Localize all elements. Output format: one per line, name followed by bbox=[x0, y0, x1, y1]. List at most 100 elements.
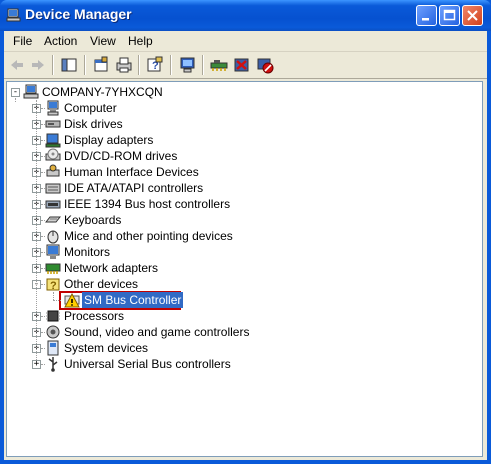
tree-connector-line bbox=[41, 124, 45, 125]
tree-category-system-devices[interactable]: + System devices bbox=[7, 340, 477, 356]
tree-category-sound-video-and-game-controllers[interactable]: + Sound, video and game controllers bbox=[7, 324, 477, 340]
ide-controller-icon bbox=[45, 183, 61, 194]
tree-connector-line bbox=[41, 140, 45, 141]
unknown-device-icon: ? bbox=[46, 278, 60, 292]
tree-connector-line bbox=[41, 268, 45, 269]
network-adapter-icon bbox=[45, 263, 61, 274]
toolbar: ? bbox=[4, 52, 487, 79]
tree-connector-line bbox=[53, 292, 54, 300]
tree-category-ieee-1394-bus-host-controllers[interactable]: + IEEE 1394 Bus host controllers bbox=[7, 196, 477, 212]
tree-connector-line bbox=[41, 348, 45, 349]
tree-item-label: Computer bbox=[64, 101, 117, 115]
tree-item-label: COMPANY-7YHXCQN bbox=[42, 85, 163, 99]
device-manager-icon bbox=[6, 8, 21, 22]
expand-toggle[interactable]: + bbox=[32, 360, 41, 369]
usb-icon bbox=[48, 357, 58, 372]
tree-category-keyboards[interactable]: + Keyboards bbox=[7, 212, 477, 228]
svg-text:?: ? bbox=[50, 280, 57, 292]
tree-category-disk-drives[interactable]: + Disk drives bbox=[7, 116, 477, 132]
toolbar-separator bbox=[202, 55, 204, 75]
device-tree[interactable]: - COMPANY-7YHXCQN + Computer + Disk drives + Di… bbox=[6, 81, 483, 457]
tree-root[interactable]: - COMPANY-7YHXCQN bbox=[7, 84, 477, 100]
tree-category-mice-and-other-pointing-devices[interactable]: + Mice and other pointing devices bbox=[7, 228, 477, 244]
tree-item-label: Mice and other pointing devices bbox=[64, 229, 233, 243]
tree-device-sm-bus-controller[interactable]: SM Bus Controller bbox=[7, 292, 477, 308]
ieee1394-icon bbox=[45, 200, 61, 209]
print-icon[interactable] bbox=[115, 56, 133, 74]
tree-connector-line bbox=[41, 204, 45, 205]
menu-file[interactable]: File bbox=[13, 34, 32, 48]
window-title: Device Manager bbox=[25, 6, 132, 22]
tree-category-display-adapters[interactable]: + Display adapters bbox=[7, 132, 477, 148]
forward-arrow-icon[interactable] bbox=[29, 56, 47, 74]
scan-hardware-icon[interactable] bbox=[179, 56, 197, 74]
properties-icon[interactable] bbox=[92, 56, 110, 74]
maximize-icon bbox=[443, 9, 456, 21]
close-button[interactable] bbox=[462, 5, 483, 26]
back-arrow-icon[interactable] bbox=[8, 56, 26, 74]
toolbar-separator bbox=[170, 55, 172, 75]
collapse-toggle[interactable]: - bbox=[11, 88, 20, 97]
tree-connector-line bbox=[41, 332, 45, 333]
tree-connector-line bbox=[41, 284, 45, 285]
update-driver-icon[interactable] bbox=[210, 56, 228, 74]
tree-connector-line bbox=[41, 236, 45, 237]
tree-category-dvd-cd-rom-drives[interactable]: + DVD/CD-ROM drives bbox=[7, 148, 477, 164]
tree-connector-line bbox=[41, 252, 45, 253]
window-client: File Action View Help ? - COMPANY-7YHXCQN… bbox=[4, 31, 487, 460]
tree-category-network-adapters[interactable]: + Network adapters bbox=[7, 260, 477, 276]
title-bar[interactable]: Device Manager bbox=[0, 0, 491, 31]
hid-icon bbox=[46, 164, 60, 177]
maximize-button[interactable] bbox=[439, 5, 460, 26]
tree-connector-line bbox=[41, 156, 45, 157]
uninstall-icon[interactable] bbox=[233, 56, 251, 74]
tree-item-label: System devices bbox=[64, 341, 149, 355]
tree-category-ide-ata-atapi-controllers[interactable]: + IDE ATA/ATAPI controllers bbox=[7, 180, 477, 196]
warning-device-icon bbox=[64, 292, 80, 308]
tree-item-label: Monitors bbox=[64, 245, 111, 259]
cdrom-icon bbox=[45, 148, 61, 161]
tree-item-label: Network adapters bbox=[64, 261, 159, 275]
tree-item-label: Other devices bbox=[64, 277, 139, 291]
tree-item-label: Human Interface Devices bbox=[64, 165, 199, 179]
disable-device-icon[interactable] bbox=[256, 56, 274, 74]
keyboard-icon bbox=[45, 216, 61, 223]
monitor-icon bbox=[46, 244, 60, 259]
help-icon[interactable]: ? bbox=[146, 56, 164, 74]
tree-connector-line bbox=[41, 108, 45, 109]
menu-bar: File Action View Help bbox=[4, 31, 487, 52]
tree-category-universal-serial-bus-controllers[interactable]: + Universal Serial Bus controllers bbox=[7, 356, 477, 372]
tree-connector-line bbox=[53, 300, 61, 301]
processor-icon bbox=[46, 310, 60, 322]
menu-help[interactable]: Help bbox=[128, 34, 153, 48]
root-computer-icon bbox=[23, 84, 39, 99]
tree-connector-line bbox=[41, 316, 45, 317]
tree-category-other-devices[interactable]: -? Other devices bbox=[7, 276, 477, 292]
tree-item-label: IEEE 1394 Bus host controllers bbox=[64, 197, 231, 211]
tree-item-label: Display adapters bbox=[64, 133, 154, 147]
tree-connector-line bbox=[41, 172, 45, 173]
toolbar-separator bbox=[138, 55, 140, 75]
menu-action[interactable]: Action bbox=[44, 34, 77, 48]
tree-connector-line bbox=[36, 100, 37, 360]
disk-drive-icon bbox=[45, 120, 61, 128]
sound-icon bbox=[46, 325, 60, 339]
tree-connector-line bbox=[15, 98, 16, 102]
show-hide-tree-icon[interactable] bbox=[60, 56, 78, 74]
tree-connector-line bbox=[41, 364, 45, 365]
toolbar-separator bbox=[52, 55, 54, 75]
system-device-icon bbox=[47, 340, 59, 356]
tree-category-computer[interactable]: + Computer bbox=[7, 100, 477, 116]
tree-category-processors[interactable]: + Processors bbox=[7, 308, 477, 324]
tree-item-label: Universal Serial Bus controllers bbox=[64, 357, 231, 371]
minimize-button[interactable] bbox=[416, 5, 437, 26]
tree-category-monitors[interactable]: + Monitors bbox=[7, 244, 477, 260]
tree-item-label: DVD/CD-ROM drives bbox=[64, 149, 178, 163]
tree-category-human-interface-devices[interactable]: + Human Interface Devices bbox=[7, 164, 477, 180]
tree-item-label-selected: SM Bus Controller bbox=[82, 292, 184, 308]
tree-connector-line bbox=[41, 188, 45, 189]
toolbar-separator bbox=[84, 55, 86, 75]
device-manager-window: Device Manager File Action View Help ? -… bbox=[0, 0, 491, 464]
menu-view[interactable]: View bbox=[90, 34, 116, 48]
computer-icon bbox=[47, 100, 59, 116]
